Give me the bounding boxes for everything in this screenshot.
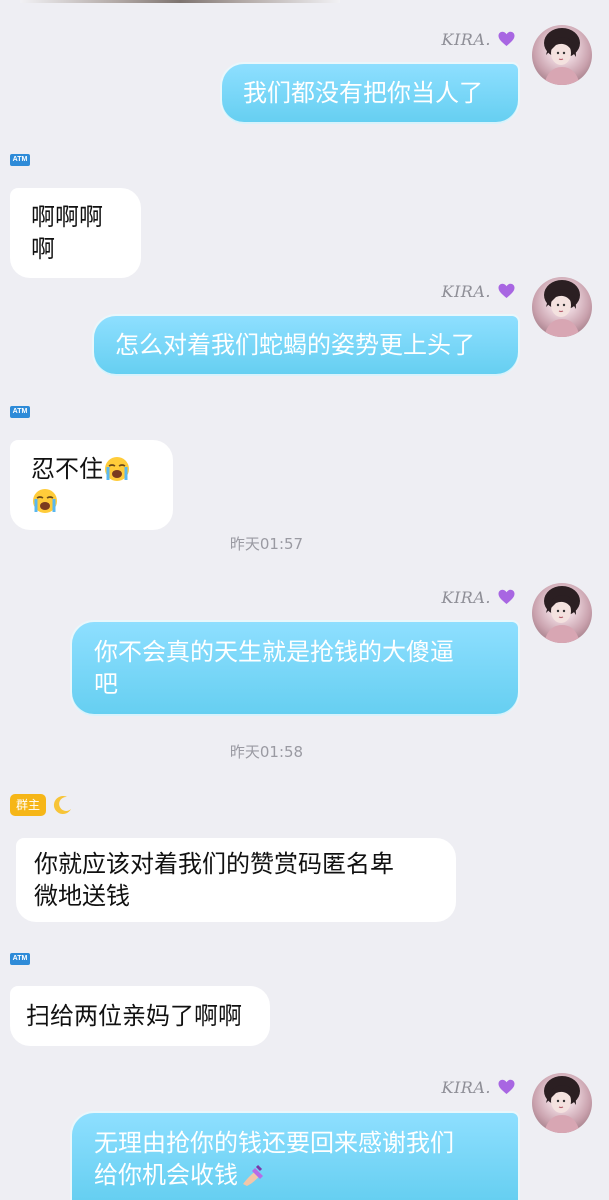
sender-name: KIRA. [441, 588, 491, 607]
message-bubble-incoming[interactable]: 啊啊啊啊 [10, 188, 141, 278]
timestamp: 昨天01:58 [229, 743, 304, 761]
purple-heart-icon [498, 283, 515, 298]
sender-name-row: KIRA. [442, 1078, 515, 1097]
loudly-crying-face-icon [105, 457, 129, 481]
message-text-line: 你不会真的天生就是抢钱的大傻逼 [94, 638, 454, 666]
timestamp: 昨天01:57 [229, 535, 304, 553]
message-bubble-outgoing[interactable]: 你不会真的天生就是抢钱的大傻逼 吧 [72, 622, 518, 714]
message-bubble-incoming[interactable]: 扫给两位亲妈了啊啊 [10, 986, 270, 1046]
message-bubble-outgoing[interactable]: 怎么对着我们蛇蝎的姿势更上头了 [94, 316, 518, 374]
loudly-crying-face-icon [33, 489, 57, 513]
message-bubble-outgoing[interactable]: 我们都没有把你当人了 [222, 64, 518, 122]
message-bubble-incoming[interactable]: 忍不住 [10, 440, 173, 530]
previous-image-edge [20, 0, 340, 3]
message-text-line: 无理由抢你的钱还要回来感谢我们 [94, 1129, 454, 1157]
avatar[interactable] [532, 583, 592, 643]
message-text: 忍不住 [31, 455, 103, 483]
message-text: 我们都没有把你当人了 [243, 79, 483, 107]
sender-name: KIRA. [441, 30, 491, 49]
message-bubble-outgoing[interactable]: 无理由抢你的钱还要回来感谢我们 给你机会收钱 [72, 1113, 518, 1200]
message-text-line: 微地送钱 [34, 882, 130, 910]
sender-name-row: KIRA. [442, 282, 515, 301]
message-text-line: 吧 [94, 670, 118, 698]
message-text: 扫给两位亲妈了啊啊 [26, 1002, 242, 1030]
message-bubble-incoming[interactable]: 你就应该对着我们的赞赏码匿名卑 微地送钱 [16, 838, 456, 922]
crescent-moon-icon [53, 796, 71, 815]
atm-icon: ATM [10, 953, 30, 965]
nail-polish-icon [243, 1164, 263, 1186]
avatar[interactable] [532, 1073, 592, 1133]
admin-badge: 群主 [10, 794, 47, 816]
avatar[interactable] [532, 25, 592, 85]
atm-icon: ATM [10, 406, 30, 418]
message-text: 啊啊啊啊 [31, 203, 103, 263]
avatar[interactable] [532, 277, 592, 337]
message-text: 怎么对着我们蛇蝎的姿势更上头了 [115, 331, 475, 359]
sender-name-row: KIRA. [442, 30, 515, 49]
purple-heart-icon [498, 589, 515, 604]
purple-heart-icon [498, 31, 515, 46]
sender-name-row: KIRA. [442, 588, 515, 607]
message-text-line: 给你机会收钱 [94, 1159, 498, 1191]
purple-heart-icon [498, 1079, 515, 1094]
sender-name: KIRA. [441, 282, 491, 301]
sender-name: KIRA. [441, 1078, 491, 1097]
atm-icon: ATM [10, 154, 30, 166]
message-text-line: 你就应该对着我们的赞赏码匿名卑 [34, 850, 394, 878]
